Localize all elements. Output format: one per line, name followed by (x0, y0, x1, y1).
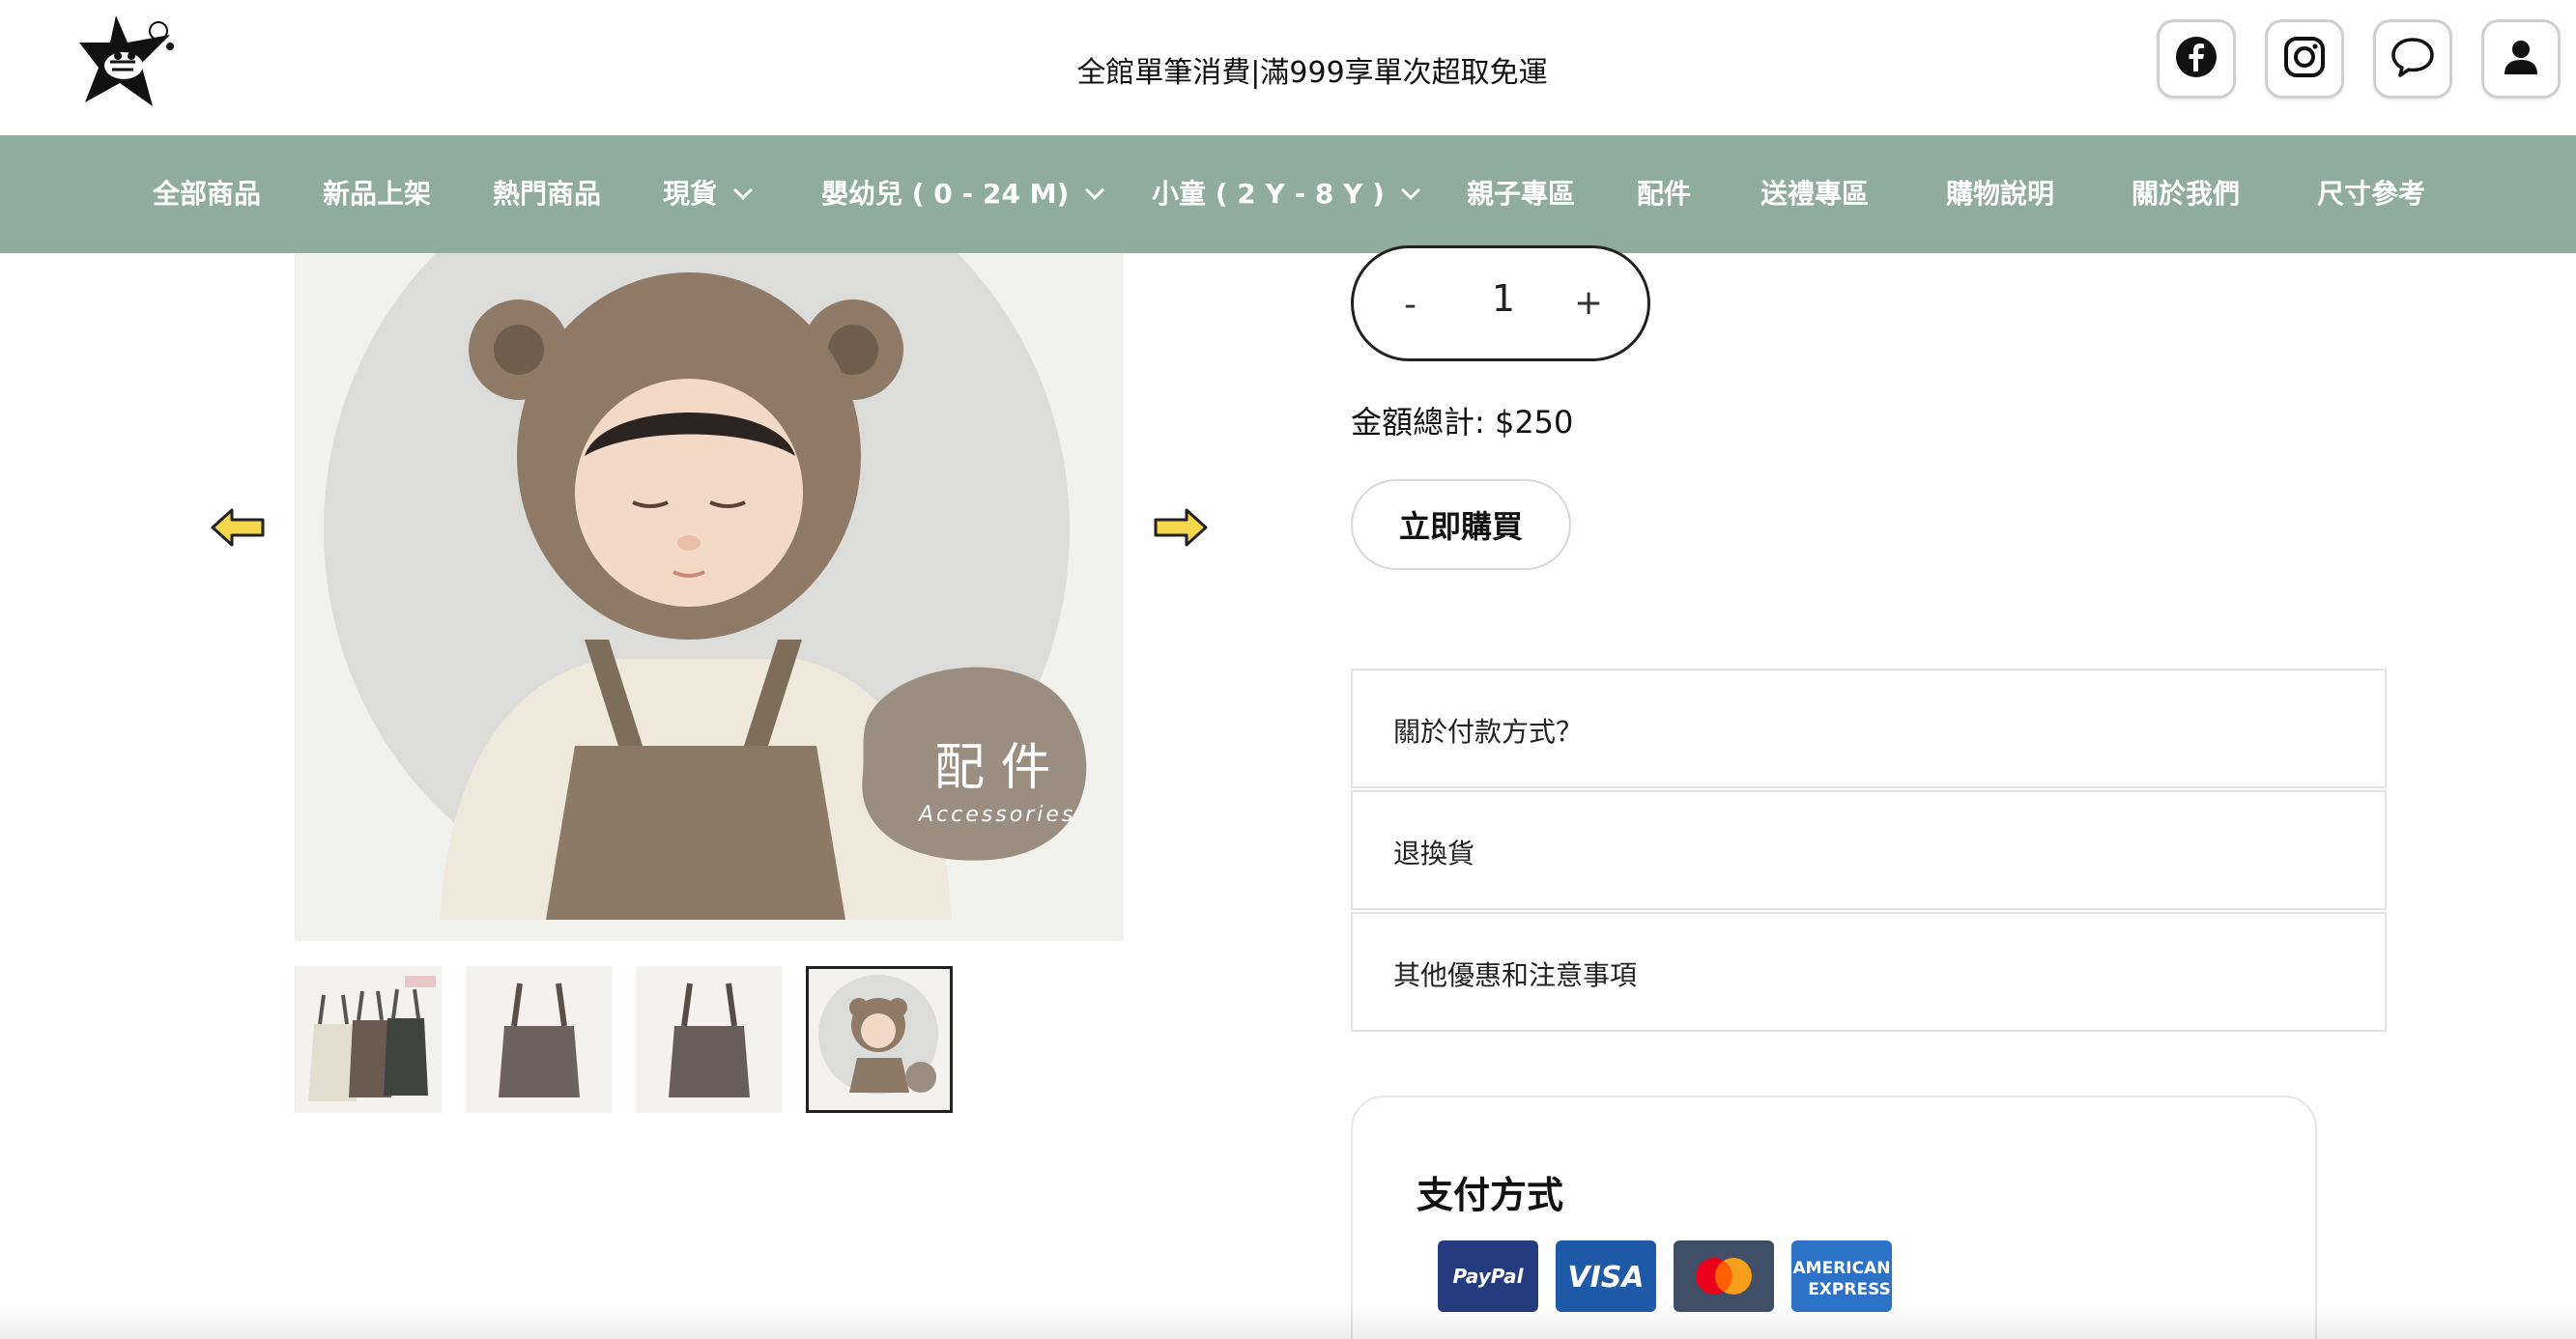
nav-item-infant[interactable]: 嬰幼兒 ( 0 - 24 M) (821, 135, 1105, 253)
accordion-other-notes[interactable]: 其他優惠和注意事項 (1351, 912, 2387, 1032)
accordion-label: 退換貨 (1393, 838, 1475, 869)
svg-text:EXPRESS: EXPRESS (1808, 1280, 1891, 1299)
chevron-down-icon (733, 181, 753, 200)
visa-logo-icon: VISA (1556, 1240, 1656, 1312)
product-thumbnail[interactable] (295, 966, 442, 1113)
top-bar: 全館單筆消費|滿999享單次超取免運 (0, 0, 2576, 135)
nav-item-hot-products[interactable]: 熱門商品 (493, 135, 601, 253)
nav-item-parent-child[interactable]: 親子專區 (1467, 135, 1575, 253)
arrow-left-icon (209, 508, 267, 553)
chat-icon (2390, 35, 2436, 83)
accordion-label: 關於付款方式？ (1393, 716, 1584, 748)
quantity-decrease-button[interactable]: - (1404, 285, 1417, 325)
total-amount: 金額總計: $250 (1351, 404, 1574, 441)
prev-image-arrow[interactable] (209, 506, 267, 549)
nav-item-accessories[interactable]: 配件 (1637, 135, 1691, 253)
next-image-arrow[interactable] (1152, 506, 1210, 549)
main-navigation: 全部商品 新品上架 熱門商品 現貨 嬰幼兒 ( 0 - 24 M) 小童 ( 2… (0, 135, 2576, 253)
facebook-icon (2174, 35, 2218, 83)
nav-item-gifts[interactable]: 送禮專區 (1760, 135, 1869, 253)
arrow-right-icon (1152, 508, 1210, 553)
account-button[interactable] (2481, 19, 2561, 99)
instagram-icon (2282, 35, 2327, 83)
chevron-down-icon (1401, 181, 1420, 200)
amex-logo-icon: AMERICAN EXPRESS (1791, 1240, 1892, 1312)
accordion-returns[interactable]: 退換貨 (1351, 790, 2387, 910)
mastercard-logo-icon (1674, 1240, 1774, 1312)
svg-text:PayPal: PayPal (1452, 1265, 1524, 1288)
svg-text:VISA: VISA (1567, 1261, 1644, 1295)
nav-item-size-guide[interactable]: 尺寸參考 (2317, 135, 2425, 253)
facebook-button[interactable] (2157, 19, 2236, 99)
payment-methods-title: 支付方式 (1417, 1174, 1564, 1216)
instagram-button[interactable] (2265, 19, 2344, 99)
buy-now-button[interactable]: 立即購買 (1351, 479, 1571, 570)
accordion-payment-info[interactable]: 關於付款方式？ (1351, 669, 2387, 788)
product-thumbnail[interactable] (466, 966, 613, 1113)
nav-item-in-stock[interactable]: 現貨 (663, 135, 753, 253)
account-icon (2500, 36, 2542, 82)
chat-button[interactable] (2373, 19, 2452, 99)
quantity-value[interactable]: 1 (1479, 277, 1528, 320)
product-thumbnail-selected[interactable] (806, 966, 953, 1113)
accessories-badge-title: 配 件 (934, 739, 1051, 797)
nav-item-shopping-guide[interactable]: 購物說明 (1946, 135, 2054, 253)
accessories-badge-subtitle: Accessories (917, 803, 1075, 827)
quantity-stepper: - 1 + (1351, 245, 1650, 361)
nav-item-kids[interactable]: 小童 ( 2 Y - 8 Y ) (1152, 135, 1420, 253)
main-product-image[interactable]: 配 件 Accessories (295, 253, 1124, 941)
quantity-increase-button[interactable]: + (1574, 283, 1603, 323)
payment-methods-card: 支付方式 PayPal VISA AMERICAN EXPRESS (1351, 1096, 2317, 1339)
paypal-logo-icon: PayPal (1438, 1240, 1538, 1312)
nav-item-new-arrivals[interactable]: 新品上架 (323, 135, 431, 253)
accordion-label: 其他優惠和注意事項 (1393, 959, 1638, 991)
chevron-down-icon (1085, 181, 1105, 200)
svg-text:AMERICAN: AMERICAN (1793, 1259, 1891, 1278)
product-thumbnail[interactable] (636, 966, 783, 1113)
nav-item-about-us[interactable]: 關於我們 (2132, 135, 2240, 253)
nav-item-all-products[interactable]: 全部商品 (153, 135, 261, 253)
